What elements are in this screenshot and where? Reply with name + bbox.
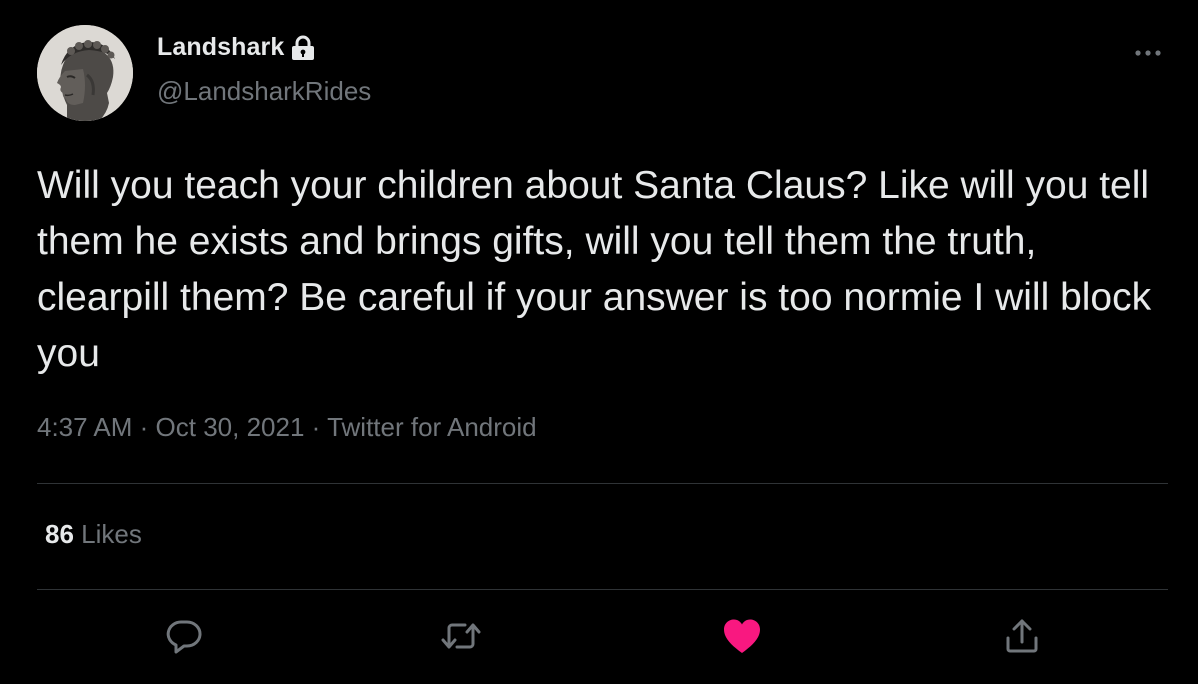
divider: [37, 483, 1168, 484]
share-upload-icon: [1006, 619, 1038, 653]
retweet-arrows-icon: [441, 623, 481, 649]
likes-stat[interactable]: 86 Likes: [45, 519, 142, 550]
tweet-detail: Landshark @LandsharkRides Will you teach…: [0, 0, 1198, 684]
tweet-date[interactable]: Oct 30, 2021: [156, 412, 305, 442]
author-name-row[interactable]: Landshark: [157, 33, 315, 62]
tweet-metadata: 4:37 AM · Oct 30, 2021 · Twitter for And…: [37, 412, 537, 443]
more-options-button[interactable]: [1128, 38, 1168, 68]
share-button[interactable]: [998, 612, 1046, 660]
likes-label: Likes: [81, 519, 142, 549]
more-horizontal-icon: [1135, 50, 1161, 56]
divider: [37, 589, 1168, 590]
helmeted-statue-head-avatar: [37, 25, 133, 121]
display-name[interactable]: Landshark: [157, 33, 284, 62]
speech-bubble-icon: [166, 620, 202, 654]
tweet-source[interactable]: Twitter for Android: [327, 412, 537, 442]
like-button[interactable]: [718, 612, 766, 660]
retweet-button[interactable]: [437, 612, 485, 660]
likes-count: 86: [45, 519, 74, 549]
tweet-text: Will you teach your children about Santa…: [37, 164, 1152, 375]
tweet-time[interactable]: 4:37 AM: [37, 412, 132, 442]
handle[interactable]: @LandsharkRides: [157, 76, 371, 107]
heart-icon: [724, 619, 760, 653]
meta-separator: ·: [311, 412, 328, 442]
avatar[interactable]: [37, 25, 133, 121]
lock-icon: [291, 35, 315, 61]
reply-button[interactable]: [160, 612, 208, 660]
meta-separator: ·: [139, 412, 156, 442]
